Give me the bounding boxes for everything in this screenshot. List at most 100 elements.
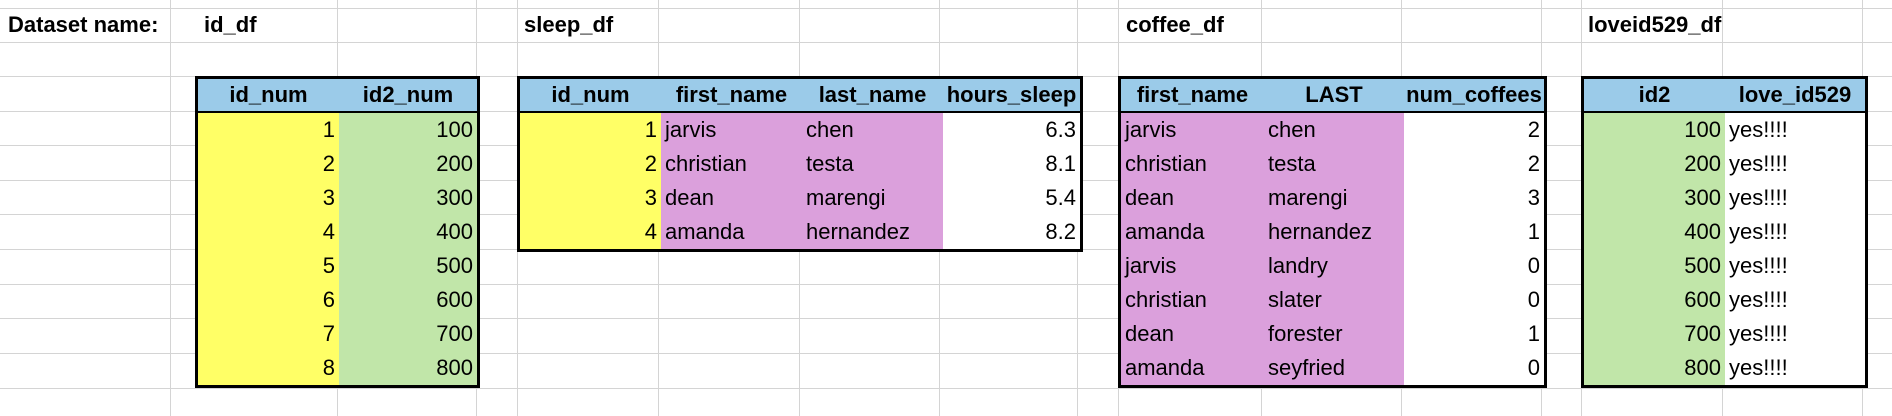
table-cell[interactable]: christian: [661, 147, 802, 181]
table-cell[interactable]: 100: [339, 113, 477, 147]
table-cell[interactable]: testa: [1264, 147, 1404, 181]
table-cell[interactable]: 100: [1584, 113, 1725, 147]
column-header-first-name[interactable]: first_name: [1121, 79, 1264, 113]
column-header-id-num[interactable]: id_num: [520, 79, 661, 113]
table-cell[interactable]: 300: [1584, 181, 1725, 215]
table-cell[interactable]: 3: [1404, 181, 1544, 215]
table-cell[interactable]: 0: [1404, 249, 1544, 283]
table-cell[interactable]: 8.1: [943, 147, 1080, 181]
spreadsheet-grid: Dataset name: id_df sleep_df coffee_df l…: [0, 0, 1892, 416]
table-cell[interactable]: 2: [1404, 147, 1544, 181]
table-cell[interactable]: 2: [1404, 113, 1544, 147]
table-cell[interactable]: 200: [339, 147, 477, 181]
table-cell[interactable]: 7: [198, 317, 339, 351]
table-cell[interactable]: dean: [661, 181, 802, 215]
column-header-last-name[interactable]: last_name: [802, 79, 943, 113]
table-cell[interactable]: 400: [339, 215, 477, 249]
table-cell[interactable]: jarvis: [1121, 249, 1264, 283]
table-cell[interactable]: yes!!!!: [1725, 147, 1865, 181]
table-cell[interactable]: yes!!!!: [1725, 215, 1865, 249]
table-row: 600 yes!!!!: [1584, 283, 1865, 317]
table-cell[interactable]: 3: [198, 181, 339, 215]
table-row: 300 yes!!!!: [1584, 181, 1865, 215]
table-row: dean forester 1: [1121, 317, 1544, 351]
table-cell[interactable]: dean: [1121, 317, 1264, 351]
table-cell[interactable]: yes!!!!: [1725, 351, 1865, 385]
table-cell[interactable]: 5.4: [943, 181, 1080, 215]
table-cell[interactable]: 1: [198, 113, 339, 147]
table-cell[interactable]: yes!!!!: [1725, 283, 1865, 317]
column-header-id2[interactable]: id2: [1584, 79, 1725, 113]
table-row: 8 800: [198, 351, 477, 385]
table-cell[interactable]: 4: [520, 215, 661, 249]
table-cell[interactable]: 200: [1584, 147, 1725, 181]
column-header-love-id529[interactable]: love_id529: [1725, 79, 1865, 113]
table-cell[interactable]: 5: [198, 249, 339, 283]
table-name-loveid529-df: loveid529_df: [1588, 12, 1722, 37]
table-cell[interactable]: slater: [1264, 283, 1404, 317]
table-cell[interactable]: 8: [198, 351, 339, 385]
table-cell[interactable]: dean: [1121, 181, 1264, 215]
table-cell[interactable]: 600: [339, 283, 477, 317]
table-cell[interactable]: 4: [198, 215, 339, 249]
table-cell[interactable]: 0: [1404, 283, 1544, 317]
table-cell[interactable]: 500: [339, 249, 477, 283]
table-header-row: id_num id2_num: [198, 79, 477, 113]
table-cell[interactable]: hernandez: [1264, 215, 1404, 249]
table-cell[interactable]: 1: [1404, 215, 1544, 249]
table-cell[interactable]: jarvis: [1121, 113, 1264, 147]
table-cell[interactable]: christian: [1121, 147, 1264, 181]
table-cell[interactable]: 6.3: [943, 113, 1080, 147]
table-cell[interactable]: 300: [339, 181, 477, 215]
table-cell[interactable]: seyfried: [1264, 351, 1404, 385]
table-header-row: id_num first_name last_name hours_sleep: [520, 79, 1080, 113]
table-cell[interactable]: christian: [1121, 283, 1264, 317]
table-cell[interactable]: 3: [520, 181, 661, 215]
column-header-num-coffees[interactable]: num_coffees: [1404, 79, 1544, 113]
table-cell[interactable]: 8.2: [943, 215, 1080, 249]
table-header-row: id2 love_id529: [1584, 79, 1865, 113]
table-cell[interactable]: 700: [1584, 317, 1725, 351]
table-cell[interactable]: amanda: [661, 215, 802, 249]
column-header-id2-num[interactable]: id2_num: [339, 79, 477, 113]
table-cell[interactable]: amanda: [1121, 351, 1264, 385]
table-cell[interactable]: yes!!!!: [1725, 181, 1865, 215]
table-row: 7 700: [198, 317, 477, 351]
table-cell[interactable]: hernandez: [802, 215, 943, 249]
table-cell[interactable]: chen: [1264, 113, 1404, 147]
table-name-coffee-df: coffee_df: [1126, 12, 1224, 37]
table-cell[interactable]: jarvis: [661, 113, 802, 147]
table-cell[interactable]: 700: [339, 317, 477, 351]
table-cell[interactable]: amanda: [1121, 215, 1264, 249]
table-row: christian slater 0: [1121, 283, 1544, 317]
table-cell[interactable]: forester: [1264, 317, 1404, 351]
table-row: 100 yes!!!!: [1584, 113, 1865, 147]
table-cell[interactable]: 800: [339, 351, 477, 385]
table-cell[interactable]: 2: [520, 147, 661, 181]
table-cell[interactable]: 6: [198, 283, 339, 317]
table-cell[interactable]: marengi: [1264, 181, 1404, 215]
column-header-first-name[interactable]: first_name: [661, 79, 802, 113]
table-row: 6 600: [198, 283, 477, 317]
column-header-last[interactable]: LAST: [1264, 79, 1404, 113]
table-cell[interactable]: yes!!!!: [1725, 317, 1865, 351]
table-cell[interactable]: marengi: [802, 181, 943, 215]
table-cell[interactable]: 400: [1584, 215, 1725, 249]
column-header-hours-sleep[interactable]: hours_sleep: [943, 79, 1080, 113]
table-cell[interactable]: 1: [1404, 317, 1544, 351]
table-cell[interactable]: 800: [1584, 351, 1725, 385]
table-cell[interactable]: 600: [1584, 283, 1725, 317]
table-row: 700 yes!!!!: [1584, 317, 1865, 351]
table-cell[interactable]: 0: [1404, 351, 1544, 385]
table-cell[interactable]: 2: [198, 147, 339, 181]
table-cell[interactable]: 500: [1584, 249, 1725, 283]
table-row: 400 yes!!!!: [1584, 215, 1865, 249]
table-row: 3 dean marengi 5.4: [520, 181, 1080, 215]
table-cell[interactable]: 1: [520, 113, 661, 147]
table-cell[interactable]: testa: [802, 147, 943, 181]
table-cell[interactable]: yes!!!!: [1725, 249, 1865, 283]
table-cell[interactable]: landry: [1264, 249, 1404, 283]
table-cell[interactable]: yes!!!!: [1725, 113, 1865, 147]
column-header-id-num[interactable]: id_num: [198, 79, 339, 113]
table-cell[interactable]: chen: [802, 113, 943, 147]
